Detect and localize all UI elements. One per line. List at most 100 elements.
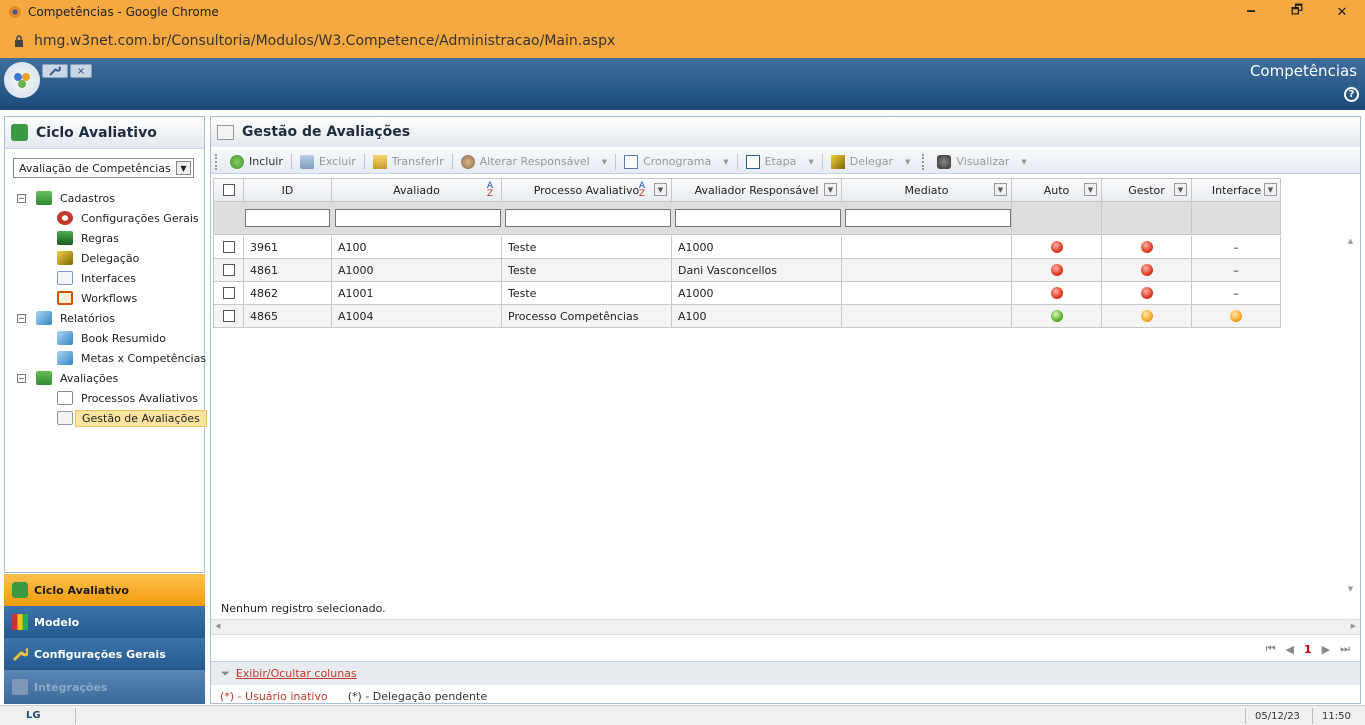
dropdown-arrow-icon[interactable]: ▼: [905, 158, 910, 166]
row-checkbox[interactable]: [222, 264, 235, 276]
column-header-gestor[interactable]: Gestor ▼: [1102, 179, 1192, 201]
close-window-button[interactable]: ✕: [1319, 0, 1365, 24]
column-header-auto[interactable]: Auto ▼: [1012, 179, 1102, 201]
accordion-configuracoes[interactable]: Configurações Gerais: [4, 638, 205, 670]
dropdown-arrow-icon[interactable]: ▼: [1021, 158, 1026, 166]
cell-cb: [214, 259, 244, 281]
delegar-button[interactable]: Delegar ▼: [823, 152, 919, 172]
current-page[interactable]: 1: [1304, 643, 1312, 656]
sort-az-icon[interactable]: AZ: [639, 182, 645, 199]
address-bar[interactable]: hmg.w3net.com.br/Consultoria/Modulos/W3.…: [0, 24, 1365, 58]
scroll-up-icon[interactable]: ▲: [1342, 237, 1359, 245]
filter-input-mediato[interactable]: [845, 209, 1011, 227]
column-label: Auto: [1043, 183, 1070, 197]
tree-node-workflows[interactable]: Workflows: [57, 289, 137, 307]
visualizar-button[interactable]: Visualizar ▼: [929, 152, 1034, 172]
last-page-icon[interactable]: ⏭: [1340, 642, 1350, 656]
tree-node-metas[interactable]: Metas x Competências: [57, 349, 206, 367]
filter-input-responsavel[interactable]: [675, 209, 841, 227]
minimize-button[interactable]: 🗕: [1228, 0, 1274, 24]
filter-dropdown-icon[interactable]: ▼: [824, 183, 837, 196]
column-header-avaliado[interactable]: Avaliado AZ: [332, 179, 502, 201]
horizontal-scrollbar[interactable]: ◀ ▶: [211, 619, 1360, 635]
incluir-button[interactable]: Incluir: [222, 152, 291, 172]
filter-input-id[interactable]: [245, 209, 330, 227]
row-checkbox[interactable]: [222, 310, 235, 322]
dropdown-arrow-icon[interactable]: ▼: [723, 158, 728, 166]
etapa-button[interactable]: Etapa ▼: [738, 152, 822, 172]
row-checkbox[interactable]: [222, 287, 235, 299]
scroll-down-icon[interactable]: ▼: [1342, 585, 1359, 593]
tree-node-book-resumido[interactable]: Book Resumido: [57, 329, 166, 347]
filter-dropdown-icon[interactable]: ▼: [994, 183, 1007, 196]
collapse-icon[interactable]: −: [17, 193, 26, 203]
table-row[interactable]: 4865 A1004 Processo Competências A100: [213, 305, 1281, 328]
filter-dropdown-icon[interactable]: ▼: [1264, 183, 1277, 196]
chevron-down-icon[interactable]: ▼: [176, 161, 191, 175]
statusbar-divider: [1245, 708, 1246, 724]
tree-node-interfaces[interactable]: Interfaces: [57, 269, 136, 287]
selection-status: Nenhum registro selecionado.: [221, 602, 386, 615]
tree-node-avaliacoes[interactable]: − Avaliações: [17, 369, 118, 387]
filter-input-processo[interactable]: [505, 209, 671, 227]
cell-text: A1000: [678, 286, 714, 300]
sort-az-icon[interactable]: AZ: [487, 182, 493, 199]
help-icon[interactable]: ?: [1344, 87, 1359, 102]
prev-page-icon[interactable]: ◀: [1286, 643, 1294, 656]
vertical-scrollbar[interactable]: ▲ ▼: [1342, 235, 1359, 595]
column-header-interface[interactable]: Interface ▼: [1192, 179, 1281, 201]
collapse-icon[interactable]: −: [17, 373, 26, 383]
select-all-checkbox[interactable]: [222, 184, 235, 196]
transferir-button[interactable]: Transferir: [365, 152, 452, 172]
column-header-id[interactable]: ID: [244, 179, 332, 201]
page-title: Gestão de Avaliações: [242, 124, 411, 140]
column-header-mediato[interactable]: Mediato ▼: [842, 179, 1012, 201]
stage-icon: [745, 154, 760, 169]
dropdown-arrow-icon[interactable]: ▼: [808, 158, 813, 166]
app-header: × Competências ?: [0, 58, 1365, 110]
dropdown-arrow-icon[interactable]: ▼: [602, 158, 607, 166]
filter-dropdown-icon[interactable]: ▼: [1084, 183, 1097, 196]
green-status-icon: [1050, 310, 1063, 322]
tree-node-regras[interactable]: Regras: [57, 229, 119, 247]
column-header-responsavel[interactable]: Avaliador Responsável ▼: [672, 179, 842, 201]
table-row[interactable]: 3961 A100 Teste A1000 –: [213, 236, 1281, 259]
accordion-integracoes[interactable]: Integrações: [4, 670, 205, 704]
filter-input-avaliado[interactable]: [335, 209, 501, 227]
next-page-icon[interactable]: ▶: [1322, 643, 1330, 656]
excluir-button[interactable]: Excluir: [292, 152, 364, 172]
close-tab-button[interactable]: ×: [70, 64, 92, 78]
scroll-right-icon[interactable]: ▶: [1351, 622, 1356, 630]
accordion-modelo[interactable]: Modelo: [4, 606, 205, 638]
filter-dropdown-icon[interactable]: ▼: [654, 183, 667, 196]
table-row[interactable]: 4861 A1000 Teste Dani Vasconcellos –: [213, 259, 1281, 282]
legend-delegacao: (*) - Delegação pendente: [347, 689, 488, 703]
app-title: Competências: [1249, 62, 1357, 80]
tree-node-relatorios[interactable]: − Relatórios: [17, 309, 115, 327]
scroll-left-icon[interactable]: ◀: [215, 622, 220, 630]
tools-tab-button[interactable]: [42, 64, 68, 78]
toggle-columns-link[interactable]: Exibir/Ocultar colunas: [236, 667, 357, 680]
cronograma-button[interactable]: Cronograma ▼: [616, 152, 737, 172]
table-row[interactable]: 4862 A1001 Teste A1000 –: [213, 282, 1281, 305]
app-logo-icon[interactable]: [4, 62, 40, 98]
first-page-icon[interactable]: ⏮: [1266, 642, 1276, 656]
filter-dropdown-icon[interactable]: ▼: [1174, 183, 1187, 196]
column-header-processo[interactable]: Processo Avaliativo AZ ▼: [502, 179, 672, 201]
tree-label: Delegação: [81, 251, 140, 265]
tree-node-gestao[interactable]: Gestão de Avaliações: [57, 409, 207, 427]
wrench-icon: [12, 646, 30, 662]
accordion-ciclo-avaliativo[interactable]: Ciclo Avaliativo: [4, 574, 205, 606]
wand-icon: [57, 251, 73, 265]
main-panel: Gestão de Avaliações Incluir Excluir Tra…: [210, 116, 1361, 704]
tree-node-configuracoes[interactable]: Configurações Gerais: [57, 209, 199, 227]
row-checkbox[interactable]: [222, 241, 235, 253]
alterar-responsavel-button[interactable]: Alterar Responsável ▼: [453, 152, 615, 172]
tree-node-processos[interactable]: Processos Avaliativos: [57, 389, 198, 407]
module-select[interactable]: Avaliação de Competências ▼: [13, 158, 194, 178]
collapse-icon[interactable]: −: [17, 313, 26, 323]
cell-processo: Processo Competências: [502, 305, 672, 327]
maximize-button[interactable]: 🗗: [1274, 0, 1320, 24]
tree-node-delegacao[interactable]: Delegação: [57, 249, 139, 267]
tree-node-cadastros[interactable]: − Cadastros: [17, 189, 115, 207]
